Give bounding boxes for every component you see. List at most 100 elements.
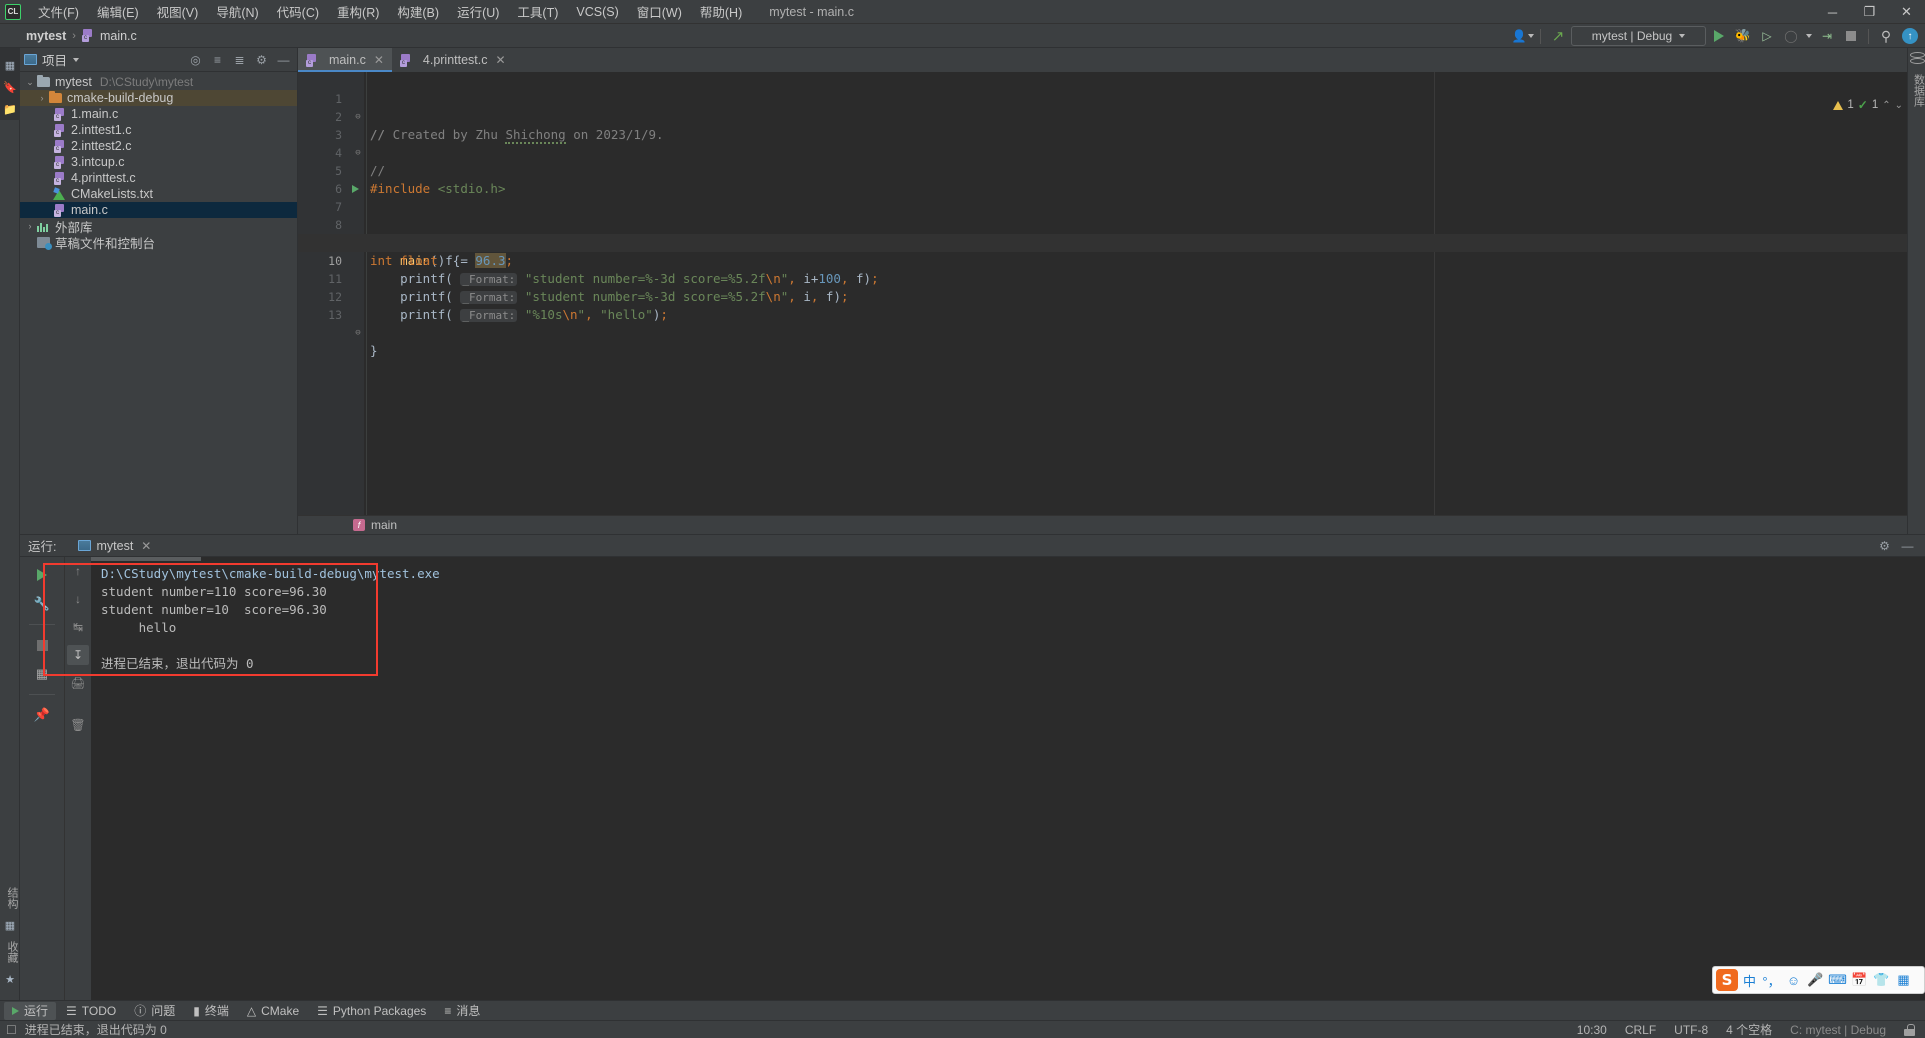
- run-configuration-selector[interactable]: mytest | Debug: [1571, 26, 1706, 46]
- close-button[interactable]: ✕: [1888, 0, 1925, 24]
- settings-gear-icon[interactable]: ⚙: [252, 50, 271, 69]
- status-context[interactable]: C: mytest | Debug: [1790, 1023, 1886, 1037]
- menu-file[interactable]: 文件(F): [29, 0, 88, 24]
- inspection-widget[interactable]: 1 ✓ 1 ⌃ ⌄: [1829, 96, 1907, 114]
- menu-help[interactable]: 帮助(H): [691, 0, 751, 24]
- tool-window-todo[interactable]: ☰ TODO: [58, 1002, 124, 1020]
- minimize-button[interactable]: ─: [1814, 0, 1851, 24]
- pin-icon[interactable]: 📌: [32, 705, 52, 725]
- tree-item-4-printtest-c[interactable]: 4.printtest.c: [20, 170, 297, 186]
- breadcrumb-project[interactable]: mytest: [26, 29, 66, 43]
- project-structure-icon[interactable]: ▦: [0, 54, 20, 76]
- keyboard-icon[interactable]: ⌨: [1827, 969, 1848, 991]
- search-everywhere-icon[interactable]: ⚲: [1875, 26, 1897, 46]
- tree-item-2-inttest2-c[interactable]: 2.inttest2.c: [20, 138, 297, 154]
- close-icon[interactable]: ✕: [141, 539, 151, 553]
- user-settings-icon[interactable]: 👤: [1512, 26, 1535, 46]
- punctuation-mode-icon[interactable]: °，: [1761, 969, 1782, 991]
- menu-refactor[interactable]: 重构(R): [328, 0, 388, 24]
- soft-wrap-icon[interactable]: ↹: [67, 617, 89, 637]
- tree-item-cmake-build-debug[interactable]: › cmake-build-debug: [20, 90, 297, 106]
- print-icon[interactable]: 🖨: [67, 673, 89, 693]
- tree-item-3-intcup-c[interactable]: 3.intcup.c: [20, 154, 297, 170]
- stop-icon[interactable]: [32, 635, 52, 655]
- star-icon[interactable]: ★: [0, 968, 20, 990]
- close-icon[interactable]: ✕: [496, 53, 506, 67]
- run-icon[interactable]: [1708, 26, 1730, 46]
- menu-view[interactable]: 视图(V): [148, 0, 208, 24]
- run-gutter-icon[interactable]: [352, 185, 359, 193]
- console-output[interactable]: D:\CStudy\mytest\cmake-build-debug\mytes…: [91, 557, 1925, 1015]
- menu-tools[interactable]: 工具(T): [508, 0, 567, 24]
- build-settings-icon[interactable]: 🔧: [32, 594, 52, 614]
- layout-icon[interactable]: ▦: [32, 664, 52, 684]
- menu-edit[interactable]: 编辑(E): [88, 0, 148, 24]
- tool-window-run[interactable]: 运行: [4, 1001, 57, 1020]
- run-tab-mytest[interactable]: mytest ✕: [70, 535, 159, 557]
- sidebar-item-favorites[interactable]: 收藏: [0, 936, 20, 968]
- menu-vcs[interactable]: VCS(S): [567, 2, 627, 22]
- vcs-update-icon[interactable]: ↗: [1547, 26, 1569, 46]
- tree-item-mytest[interactable]: ⌄ mytest D:\CStudy\mytest: [20, 74, 297, 90]
- tree-item-scratches-consoles[interactable]: 草稿文件和控制台: [20, 234, 297, 251]
- scroll-down-icon[interactable]: ↓: [67, 589, 89, 609]
- menu-navigate[interactable]: 导航(N): [207, 0, 267, 24]
- chevron-right-icon[interactable]: ›: [36, 93, 48, 103]
- tab-4-printtest-c[interactable]: 4.printtest.c ✕: [391, 48, 514, 72]
- menu-code[interactable]: 代码(C): [268, 0, 328, 24]
- fold-icon[interactable]: ⊖: [353, 324, 363, 342]
- maximize-button[interactable]: ❐: [1851, 0, 1888, 24]
- tab-main-c[interactable]: main.c ✕: [298, 48, 392, 72]
- profile-dropdown-icon[interactable]: [1804, 26, 1814, 46]
- skin-icon[interactable]: 👕: [1871, 969, 1892, 991]
- sidebar-item-database[interactable]: 数据库: [1907, 69, 1925, 112]
- scroll-to-end-icon[interactable]: ↧: [67, 645, 89, 665]
- menu-run[interactable]: 运行(U): [448, 0, 508, 24]
- chevron-down-icon[interactable]: [73, 57, 80, 62]
- hide-panel-icon[interactable]: —: [1898, 536, 1917, 555]
- menu-window[interactable]: 窗口(W): [628, 0, 691, 24]
- select-opened-file-icon[interactable]: ◎: [186, 50, 205, 69]
- tool-window-python-packages[interactable]: ☰ Python Packages: [309, 1002, 434, 1020]
- collapse-all-icon[interactable]: ≣: [230, 50, 249, 69]
- tree-item-cmakelists-txt[interactable]: CMakeLists.txt: [20, 186, 297, 202]
- emoji-icon[interactable]: ☺: [1783, 969, 1804, 991]
- sidebar-item-structure[interactable]: 结构: [0, 882, 20, 914]
- status-indent[interactable]: 4 个空格: [1726, 1021, 1772, 1038]
- hide-panel-icon[interactable]: —: [274, 50, 293, 69]
- tool-window-cmake[interactable]: △ CMake: [239, 1002, 307, 1020]
- close-icon[interactable]: ✕: [374, 53, 384, 67]
- scroll-up-icon[interactable]: ↑: [67, 561, 89, 581]
- next-problem-icon[interactable]: ⌄: [1895, 100, 1903, 111]
- breadcrumb-file[interactable]: main.c: [100, 29, 137, 43]
- stop-icon[interactable]: [1840, 26, 1862, 46]
- menu-build[interactable]: 构建(B): [388, 0, 448, 24]
- status-line-separator[interactable]: CRLF: [1625, 1023, 1656, 1037]
- calendar-icon[interactable]: 📅: [1849, 969, 1870, 991]
- folder-icon[interactable]: 📁: [0, 98, 20, 120]
- attach-to-process-icon[interactable]: ⇥: [1816, 26, 1838, 46]
- chevron-right-icon[interactable]: ›: [24, 221, 36, 231]
- tool-window-terminal[interactable]: ▮ 终端: [185, 1002, 237, 1020]
- language-mode-icon[interactable]: 中: [1739, 969, 1760, 991]
- clear-icon[interactable]: 🗑: [67, 715, 89, 735]
- run-with-coverage-icon[interactable]: ▷: [1756, 26, 1778, 46]
- profile-icon[interactable]: ◯: [1780, 26, 1802, 46]
- console-scrollbar[interactable]: [91, 557, 201, 561]
- settings-gear-icon[interactable]: ⚙: [1875, 536, 1894, 555]
- debug-icon[interactable]: 🐝: [1732, 26, 1754, 46]
- tool-window-messages[interactable]: ≡ 消息: [436, 1002, 488, 1020]
- database-icon[interactable]: [1910, 52, 1925, 65]
- chevron-down-icon[interactable]: ⌄: [24, 77, 36, 88]
- sogou-logo-icon[interactable]: S: [1716, 969, 1738, 991]
- previous-problem-icon[interactable]: ⌃: [1882, 100, 1890, 111]
- console-line-path[interactable]: D:\CStudy\mytest\cmake-build-debug\mytes…: [101, 565, 1925, 583]
- bookmarks-icon[interactable]: 🔖: [0, 76, 20, 98]
- tree-item-main-c[interactable]: main.c: [20, 202, 297, 218]
- tree-item-1-main-c[interactable]: 1.main.c: [20, 106, 297, 122]
- rerun-icon[interactable]: [32, 565, 52, 585]
- lock-icon[interactable]: [1904, 1023, 1915, 1036]
- tree-item-2-inttest1-c[interactable]: 2.inttest1.c: [20, 122, 297, 138]
- toolbox-icon[interactable]: ▦: [1893, 969, 1914, 991]
- voice-input-icon[interactable]: 🎤: [1805, 969, 1826, 991]
